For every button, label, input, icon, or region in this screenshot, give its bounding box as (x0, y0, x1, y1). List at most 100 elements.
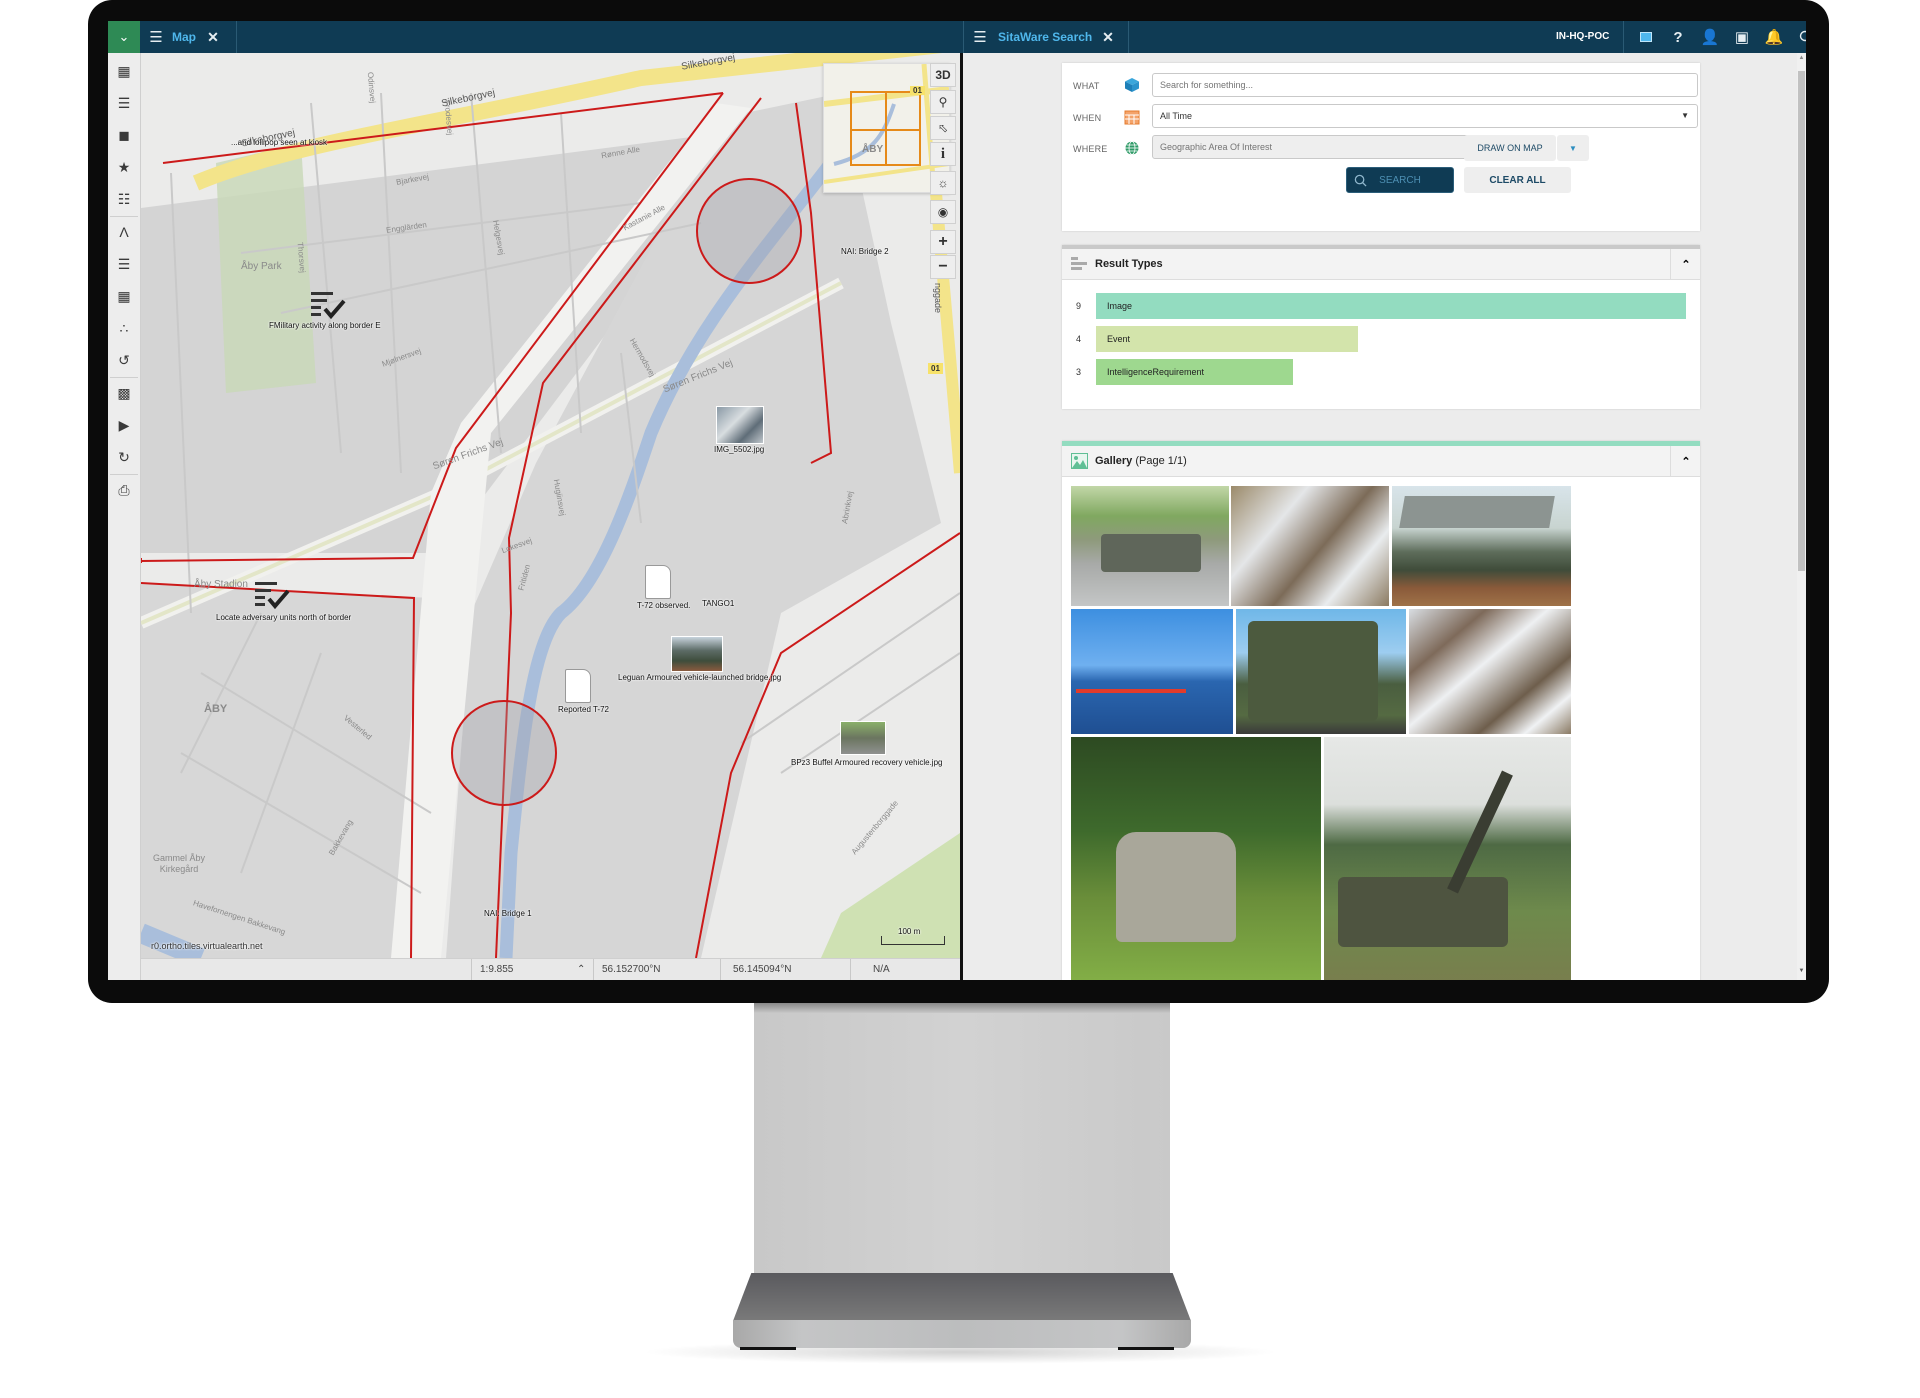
scrollbar-thumb[interactable] (1798, 71, 1805, 571)
map-tool[interactable]: ▦ (108, 56, 140, 86)
scroll-down-icon[interactable]: ▼ (1797, 968, 1806, 974)
video-tool[interactable]: ▶ (108, 410, 140, 440)
layout-button[interactable] (1632, 21, 1660, 53)
nai-label[interactable]: NAI: Bridge 1 (484, 909, 532, 918)
gallery-image[interactable] (1071, 609, 1233, 734)
tracks-tool[interactable]: ∴ (108, 313, 140, 343)
history-tool[interactable]: ↺ (108, 345, 140, 375)
zoom-in-button[interactable]: + (930, 230, 956, 254)
gallery-image[interactable] (1324, 737, 1571, 980)
scale-expand-button[interactable]: ⌃ (577, 959, 585, 980)
image-marker-thumbnail[interactable] (716, 406, 764, 444)
user-button[interactable]: 👤 (1696, 21, 1724, 53)
monitor-stand-base-front (733, 1320, 1191, 1348)
shaded-region (141, 583, 431, 958)
result-type-row[interactable]: 3 IntelligenceRequirement (1062, 359, 1700, 385)
presentation-button[interactable]: ▣ (1728, 21, 1756, 53)
map-marker-label[interactable]: Locate adversary units north of border (216, 613, 351, 622)
print-tool[interactable]: ⎙ (108, 475, 140, 505)
document-icon[interactable] (645, 565, 671, 599)
scale-bar-label: 100 m (898, 927, 921, 936)
3d-button[interactable]: 3D (930, 63, 956, 87)
gallery-panel: Gallery (Page 1/1) ⌃ (1062, 441, 1700, 980)
tab-map[interactable]: Map (172, 30, 196, 44)
gallery-image-subject (1101, 534, 1201, 572)
map-marker-label[interactable]: TANGO1 (702, 599, 734, 608)
result-type-row[interactable]: 4 Event (1062, 326, 1700, 352)
close-map-tab-button[interactable]: ✕ (199, 21, 227, 53)
collapse-button[interactable]: ⌄ (108, 21, 140, 53)
dashboard-tool[interactable]: ▦ (108, 281, 140, 311)
info-button[interactable]: i (930, 142, 956, 166)
user-icon: 👤 (1700, 29, 1720, 46)
where-input[interactable] (1152, 135, 1470, 159)
notifications-button[interactable]: 🔔 (1760, 21, 1788, 53)
zoom-out-button[interactable]: − (930, 255, 956, 279)
clear-all-button[interactable]: CLEAR ALL (1464, 167, 1571, 193)
map-marker-label[interactable]: FMilitary activity along border E (269, 321, 381, 330)
map-marker-label[interactable]: Leguan Armoured vehicle-launched bridge.… (618, 673, 781, 682)
compass-tool[interactable]: Λ (108, 217, 140, 247)
close-icon: ✕ (1102, 28, 1114, 45)
result-type-row[interactable]: 9 Image (1062, 293, 1700, 319)
place-label: Åby Stadion (194, 579, 248, 590)
road-badge: 01 (928, 363, 943, 374)
visibility-button[interactable]: ◉ (930, 200, 956, 224)
map-marker-label[interactable]: BPz3 Buffel Armoured recovery vehicle.jp… (791, 758, 942, 767)
nai-label[interactable]: NAI: Bridge 2 (841, 247, 889, 256)
dropdown-arrow-icon: ▼ (1569, 143, 1577, 153)
gallery-image[interactable] (1071, 486, 1229, 606)
search-menu-button[interactable]: ☰ (966, 21, 994, 53)
favorites-tool[interactable]: ★ (108, 152, 140, 182)
zoom-out-icon: − (938, 258, 948, 275)
shapes-tool[interactable]: ◼ (108, 120, 140, 150)
draw-on-map-button[interactable]: DRAW ON MAP (1464, 135, 1556, 161)
brightness-button[interactable]: ☼ (930, 171, 956, 195)
gallery-header[interactable]: Gallery (Page 1/1) ⌃ (1062, 446, 1700, 477)
map-marker-label[interactable]: Reported T-72 (558, 705, 609, 714)
draw-options-button[interactable]: ▼ (1557, 135, 1589, 161)
search-icon (1354, 174, 1367, 187)
what-input[interactable] (1152, 73, 1698, 97)
select-button[interactable]: ⬁ (930, 116, 956, 140)
result-type-bar[interactable]: Image (1096, 293, 1686, 319)
collapse-gallery-button[interactable]: ⌃ (1670, 446, 1701, 476)
result-types-header[interactable]: Result Types ⌃ (1062, 249, 1700, 280)
map-menu-button[interactable]: ☰ (142, 21, 170, 53)
map-marker-label[interactable]: ...and lollipop seen at kiosk (231, 138, 327, 147)
tab-sitaware-search[interactable]: SitaWare Search (998, 30, 1092, 44)
film-tool[interactable]: ▩ (108, 378, 140, 408)
image-marker-thumbnail[interactable] (840, 721, 886, 755)
image-marker-thumbnail[interactable] (671, 636, 723, 672)
checklist-icon (311, 292, 346, 320)
close-search-tab-button[interactable]: ✕ (1094, 21, 1122, 53)
map-marker-label[interactable]: IMG_5502.jpg (714, 445, 764, 454)
calendar-icon (1124, 110, 1140, 125)
gallery-image[interactable] (1409, 609, 1571, 734)
gallery-image[interactable] (1231, 486, 1389, 606)
scroll-up-icon[interactable]: ▲ (1797, 55, 1806, 61)
street-label: Åby Park (241, 261, 282, 272)
search-button[interactable]: SEARCH (1346, 167, 1454, 193)
hierarchy-tool[interactable]: ☷ (108, 184, 140, 214)
when-select[interactable]: All Time ▼ (1152, 104, 1698, 128)
gallery-image[interactable] (1236, 609, 1406, 734)
zoom-area-button[interactable]: ⚲ (930, 90, 956, 114)
result-type-bar[interactable]: IntelligenceRequirement (1096, 359, 1293, 385)
global-search-button[interactable] (1792, 21, 1806, 53)
requirement-marker[interactable] (255, 581, 291, 616)
overlays-tool[interactable]: ☰ (108, 249, 140, 279)
result-type-bar[interactable]: Event (1096, 326, 1358, 352)
gallery-image[interactable] (1071, 737, 1321, 980)
checklist-icon (255, 582, 290, 610)
collapse-result-types-button[interactable]: ⌃ (1670, 249, 1701, 279)
map-canvas[interactable]: Silkeborgvej Silkeborgvej Silkeborgvej S… (141, 53, 960, 958)
gallery-image[interactable] (1392, 486, 1571, 606)
nai-bridge-2-area[interactable] (696, 178, 802, 284)
replay-tool[interactable]: ↻ (108, 442, 140, 472)
layers-tool[interactable]: ☰ (108, 88, 140, 118)
help-button[interactable]: ? (1664, 21, 1692, 53)
document-icon[interactable] (565, 669, 591, 703)
nai-bridge-1-area[interactable] (451, 700, 557, 806)
map-marker-label[interactable]: T-72 observed. (637, 601, 690, 610)
